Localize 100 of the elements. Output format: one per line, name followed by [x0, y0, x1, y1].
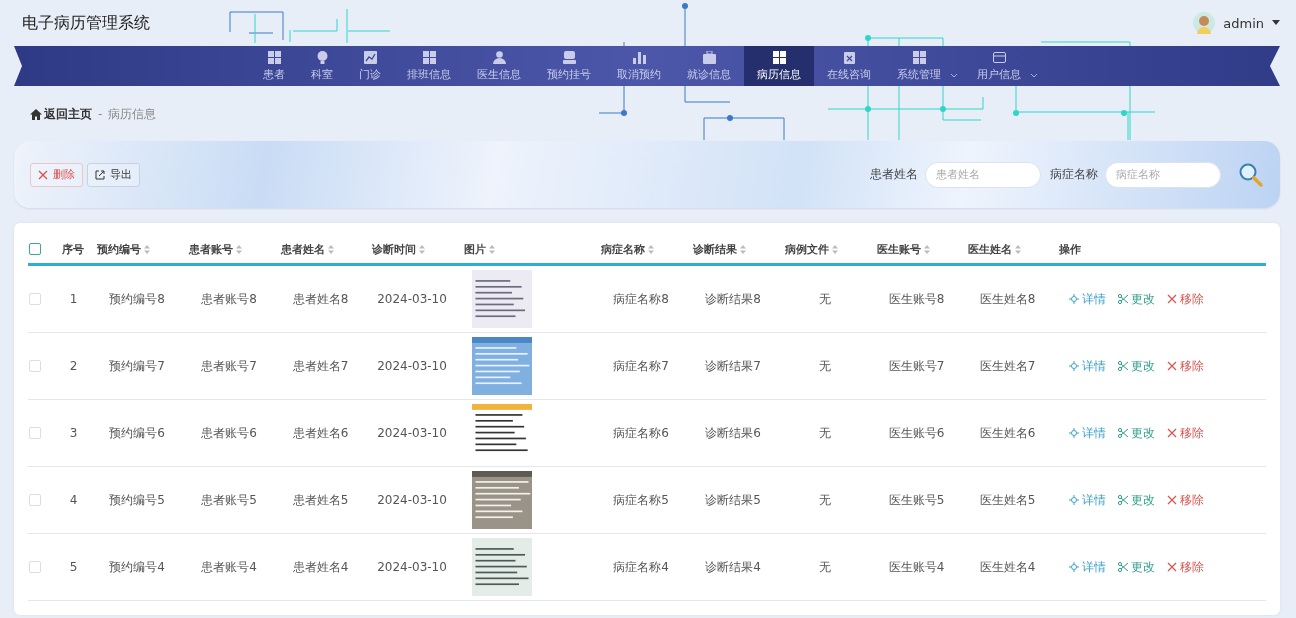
remove-link[interactable]: 移除	[1167, 558, 1204, 576]
caret-icon[interactable]	[1272, 20, 1280, 26]
close-icon	[38, 169, 48, 180]
row-checkbox[interactable]	[29, 494, 41, 506]
sparkle-icon	[1069, 495, 1079, 505]
details-link[interactable]: 详情	[1069, 558, 1106, 576]
nav-tab[interactable]: 排班信息	[394, 46, 464, 86]
sparkle-icon	[1069, 361, 1079, 371]
column-header[interactable]: 患者账号	[189, 241, 233, 257]
table-cell: 病症名称4	[613, 559, 669, 574]
table-cell: 诊断结果4	[705, 559, 761, 574]
nav-tab[interactable]: 就诊信息	[674, 46, 744, 86]
table-cell: 无	[819, 425, 831, 440]
edit-link[interactable]: 更改	[1118, 290, 1155, 308]
scissors-icon	[1118, 361, 1128, 371]
nav-tab[interactable]: 医生信息	[464, 46, 534, 86]
nav-tab[interactable]: 取消预约	[604, 46, 674, 86]
remove-link[interactable]: 移除	[1167, 424, 1204, 442]
search-icon[interactable]	[1238, 161, 1264, 188]
select-all-checkbox[interactable]	[29, 243, 41, 255]
tray-icon	[562, 50, 576, 64]
person-icon	[492, 50, 506, 64]
table-cell: 2024-03-10	[377, 359, 447, 373]
sort-icon[interactable]	[489, 244, 495, 254]
home-link[interactable]: 返回主页	[30, 105, 92, 123]
table-cell: 2024-03-10	[377, 426, 447, 440]
table-cell: 病症名称5	[613, 492, 669, 507]
edit-link[interactable]: 更改	[1118, 558, 1155, 576]
sort-icon[interactable]	[648, 244, 654, 254]
export-button[interactable]: 导出	[87, 162, 140, 187]
sort-icon[interactable]	[924, 244, 930, 254]
sort-icon[interactable]	[419, 244, 425, 254]
row-checkbox[interactable]	[29, 561, 41, 573]
sort-icon[interactable]	[236, 244, 242, 254]
column-header[interactable]: 预约编号	[97, 241, 141, 257]
table-cell: 医生姓名7	[979, 358, 1036, 373]
sparkle-icon	[1069, 294, 1079, 304]
row-checkbox[interactable]	[29, 360, 41, 372]
nav-tab[interactable]: 预约挂号	[534, 46, 604, 86]
table-cell: 医生账号8	[888, 291, 945, 306]
column-header[interactable]: 诊断时间	[372, 241, 416, 257]
clipboard-icon	[842, 50, 856, 64]
edit-link[interactable]: 更改	[1118, 424, 1155, 442]
table-cell: 预约编号8	[109, 291, 165, 306]
edit-link[interactable]: 更改	[1118, 491, 1155, 509]
sort-icon[interactable]	[740, 244, 746, 254]
user-name[interactable]: admin	[1223, 15, 1264, 31]
grid-icon	[772, 50, 786, 64]
table-cell: 预约编号6	[109, 425, 165, 440]
column-header[interactable]: 图片	[464, 241, 486, 257]
table-cell: 患者姓名4	[292, 559, 349, 574]
details-link[interactable]: 详情	[1069, 357, 1106, 375]
scissors-icon	[1118, 495, 1128, 505]
nav-tab[interactable]: 门诊	[346, 46, 394, 86]
remove-link[interactable]: 移除	[1167, 357, 1204, 375]
delete-button[interactable]: 删除	[30, 162, 83, 187]
table-cell: 2024-03-10	[377, 560, 447, 574]
column-header[interactable]: 诊断结果	[693, 241, 737, 257]
search-field[interactable]: 患者姓名	[925, 161, 1041, 188]
nav-tab[interactable]: 科室	[298, 46, 346, 86]
edit-link[interactable]: 更改	[1118, 357, 1155, 375]
details-link[interactable]: 详情	[1069, 491, 1106, 509]
nav-tab[interactable]: 患者	[250, 46, 298, 86]
search-field[interactable]: 病症名称	[1105, 161, 1221, 188]
column-header[interactable]: 病症名称	[601, 241, 645, 257]
remove-link[interactable]: 移除	[1167, 491, 1204, 509]
app-title: 电子病历管理系统	[22, 12, 150, 34]
nav-tab[interactable]: 在线咨询	[814, 46, 884, 86]
bulb-icon	[315, 50, 329, 64]
row-checkbox[interactable]	[29, 293, 41, 305]
column-header[interactable]: 患者姓名	[281, 241, 325, 257]
table-cell: 病症名称8	[613, 291, 669, 306]
sort-icon[interactable]	[1015, 244, 1021, 254]
close-icon	[1167, 562, 1177, 572]
details-link[interactable]: 详情	[1069, 290, 1106, 308]
table-cell: 医生姓名5	[979, 492, 1036, 507]
column-header[interactable]: 医生姓名	[968, 241, 1012, 257]
close-icon	[1167, 294, 1177, 304]
table-cell: 医生姓名6	[979, 425, 1036, 440]
nav-tab[interactable]: 系统管理	[884, 46, 954, 86]
nav-tab[interactable]: 用户信息	[964, 46, 1034, 86]
table-cell: 预约编号4	[109, 559, 165, 574]
sort-icon[interactable]	[144, 244, 150, 254]
column-header[interactable]: 序号	[62, 241, 84, 257]
details-link[interactable]: 详情	[1069, 424, 1106, 442]
table-cell: 医生账号6	[888, 425, 945, 440]
sort-icon[interactable]	[832, 244, 838, 254]
table-cell: 诊断结果6	[705, 425, 761, 440]
table-cell: 患者账号7	[201, 358, 257, 373]
table-cell: 诊断结果5	[705, 492, 761, 507]
row-checkbox[interactable]	[29, 427, 41, 439]
nav-tab[interactable]: 病历信息	[744, 46, 814, 86]
column-header[interactable]: 病例文件	[785, 241, 829, 257]
scissors-icon	[1118, 294, 1128, 304]
column-header[interactable]: 操作	[1059, 241, 1081, 257]
column-header[interactable]: 医生账号	[877, 241, 921, 257]
sort-icon[interactable]	[328, 244, 334, 254]
breadcrumb-separator: -	[98, 107, 103, 121]
remove-link[interactable]: 移除	[1167, 290, 1204, 308]
chevron-down-icon	[950, 73, 958, 79]
